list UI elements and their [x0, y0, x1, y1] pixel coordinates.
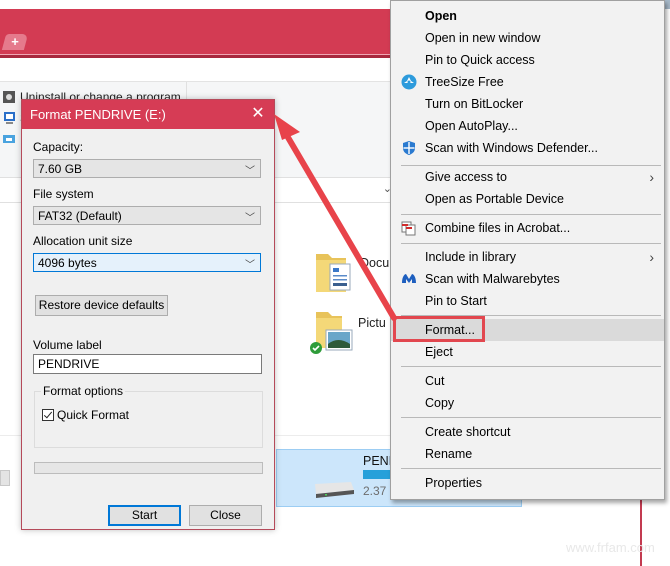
- menu-item-open[interactable]: Open: [391, 5, 664, 27]
- file-system-select[interactable]: FAT32 (Default) ﹀: [33, 206, 261, 225]
- documents-folder-icon: [316, 254, 351, 292]
- pictures-folder-icon: [310, 312, 353, 354]
- capacity-select[interactable]: 7.60 GB ﹀: [33, 159, 261, 178]
- menu-item-bitlocker[interactable]: Turn on BitLocker: [391, 93, 664, 115]
- quick-format-label: Quick Format: [57, 408, 130, 422]
- new-tab-button[interactable]: +: [1, 34, 29, 50]
- dialog-title: Format PENDRIVE (E:): [30, 107, 166, 122]
- quick-format-checkbox-row[interactable]: Quick Format: [42, 408, 129, 422]
- chevron-down-icon: ﹀: [245, 213, 255, 224]
- menu-item-give-access[interactable]: Give access to ›: [391, 166, 664, 188]
- format-options-group: Format options Quick Format: [34, 384, 263, 448]
- menu-item-windows-defender[interactable]: Scan with Windows Defender...: [391, 137, 664, 159]
- start-button[interactable]: Start: [108, 505, 181, 526]
- restore-defaults-button[interactable]: Restore device defaults: [35, 295, 168, 316]
- menu-item-acrobat-combine[interactable]: Combine files in Acrobat...: [391, 217, 664, 239]
- ribbon-manage[interactable]: [2, 130, 20, 148]
- menu-item-eject[interactable]: Eject: [391, 341, 664, 363]
- menu-item-malwarebytes[interactable]: Scan with Malwarebytes: [391, 268, 664, 290]
- menu-item-pin-start[interactable]: Pin to Start: [391, 290, 664, 312]
- menu-item-portable-device[interactable]: Open as Portable Device: [391, 188, 664, 210]
- menu-item-copy[interactable]: Copy: [391, 392, 664, 414]
- volume-label-label: Volume label: [33, 338, 102, 352]
- allocation-unit-select[interactable]: 4096 bytes ﹀: [33, 253, 261, 272]
- chevron-down-icon: ﹀: [245, 260, 255, 271]
- windows-defender-icon: [403, 141, 415, 155]
- usb-drive-icon: [315, 482, 354, 498]
- allocation-unit-label: Allocation unit size: [33, 234, 133, 248]
- acrobat-combine-icon: [401, 221, 416, 236]
- scrollbar-fragment[interactable]: [0, 470, 10, 486]
- menu-item-include-library[interactable]: Include in library ›: [391, 246, 664, 268]
- format-dialog: Format PENDRIVE (E:) ✕ Capacity: 7.60 GB…: [21, 99, 275, 530]
- context-menu: Open Open in new window Pin to Quick acc…: [390, 0, 665, 500]
- menu-item-rename[interactable]: Rename: [391, 443, 664, 465]
- menu-item-properties[interactable]: Properties: [391, 472, 664, 494]
- capacity-label: Capacity:: [33, 140, 84, 154]
- format-highlight-box: [393, 316, 485, 342]
- menu-item-cut[interactable]: Cut: [391, 370, 664, 392]
- quick-format-checkbox[interactable]: [42, 409, 54, 421]
- format-progress-bar: [34, 462, 263, 474]
- chevron-down-icon: ﹀: [245, 166, 255, 177]
- folder-pictures[interactable]: Pictu: [308, 310, 386, 356]
- menu-item-create-shortcut[interactable]: Create shortcut: [391, 421, 664, 443]
- dialog-titlebar: Format PENDRIVE (E:) ✕: [22, 100, 274, 129]
- system-properties-icon: [4, 112, 15, 124]
- folder-documents[interactable]: Docu: [314, 250, 389, 294]
- chevron-right-icon: ›: [649, 169, 654, 185]
- close-icon[interactable]: ✕: [248, 104, 268, 124]
- chevron-right-icon: ›: [649, 249, 654, 265]
- volume-label-input[interactable]: PENDRIVE: [33, 354, 262, 374]
- file-system-label: File system: [33, 187, 94, 201]
- menu-item-pin-quick-access[interactable]: Pin to Quick access: [391, 49, 664, 71]
- menu-item-open-new-window[interactable]: Open in new window: [391, 27, 664, 49]
- close-button[interactable]: Close: [189, 505, 262, 526]
- treesize-icon: [401, 74, 417, 90]
- watermark: www.frfam.com: [566, 540, 655, 555]
- uninstall-program-icon: [3, 91, 15, 103]
- menu-item-autoplay[interactable]: Open AutoPlay...: [391, 115, 664, 137]
- manage-icon: [3, 135, 15, 143]
- format-options-legend: Format options: [41, 384, 126, 398]
- malwarebytes-icon: [402, 274, 416, 283]
- menu-item-treesize[interactable]: TreeSize Free: [391, 71, 664, 93]
